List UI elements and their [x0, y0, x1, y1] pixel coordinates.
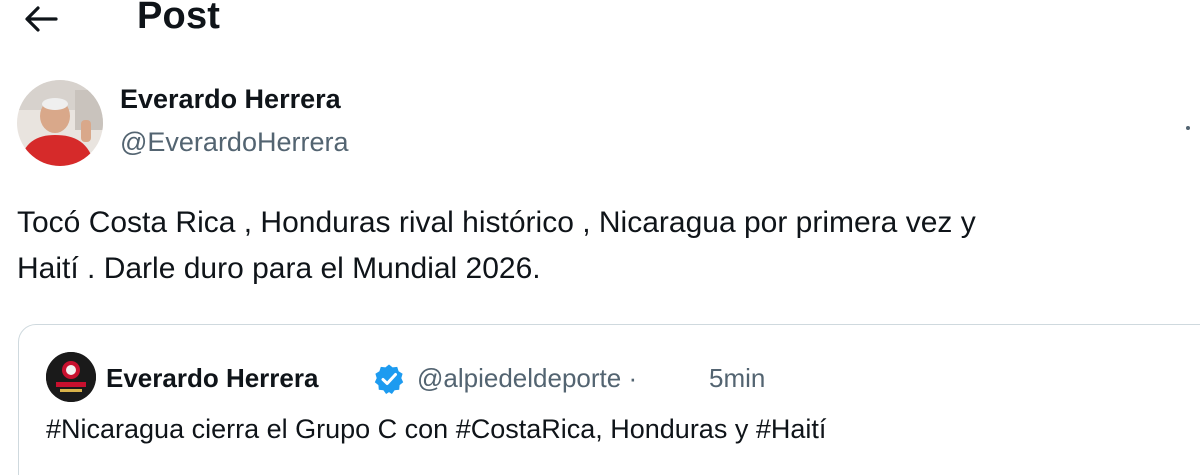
- post-text-line: Haití . Darle duro para el Mundial 2026.: [17, 252, 541, 285]
- avatar-image: [17, 80, 103, 166]
- author-handle[interactable]: @EverardoHerrera: [120, 127, 349, 158]
- separator-dot: ·: [628, 363, 638, 393]
- quote-timestamp[interactable]: 5min: [709, 363, 765, 394]
- verified-badge-icon: [374, 364, 404, 394]
- post-text: Tocó Costa Rica , Honduras rival históri…: [17, 200, 1200, 292]
- post-page: Post Everardo Herrera @EverardoHerrera T…: [0, 0, 1200, 475]
- back-button[interactable]: [22, 4, 58, 34]
- author-name[interactable]: Everardo Herrera: [120, 84, 341, 115]
- quote-text: #Nicaragua cierra el Grupo C con #CostaR…: [46, 414, 827, 444]
- more-options-icon[interactable]: [1186, 126, 1190, 130]
- page-title: Post: [137, 0, 221, 37]
- post-text-line: Tocó Costa Rica , Honduras rival históri…: [17, 206, 976, 239]
- arrow-left-icon: [25, 6, 58, 32]
- quoted-post-card[interactable]: Everardo Herrera @alpiedeldeporte · 5min…: [18, 324, 1200, 475]
- quote-author-name[interactable]: Everardo Herrera: [106, 363, 318, 394]
- quote-avatar-logo-icon: [46, 352, 96, 402]
- quote-author-handle[interactable]: @alpiedeldeporte ·: [417, 363, 637, 394]
- quote-author-avatar[interactable]: [46, 352, 96, 402]
- author-avatar[interactable]: [17, 80, 103, 166]
- quote-handle-text: @alpiedeldeporte: [417, 363, 622, 393]
- page-header: Post: [0, 0, 1200, 40]
